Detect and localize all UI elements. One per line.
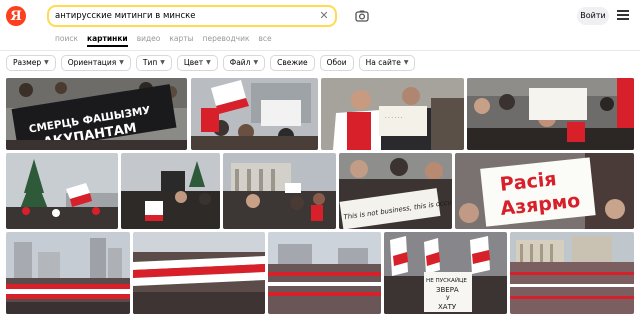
sign-text-line1: НЕ ПУСКАЙЦЕ <box>426 277 467 284</box>
filter-orientation-label: Ориентация <box>67 58 117 67</box>
tab-all[interactable]: все <box>259 34 272 47</box>
chevron-down-icon: ▼ <box>44 59 49 66</box>
sign-text-line2: ЗВЕРА <box>436 286 459 294</box>
svg-text:. . . . . .: . . . . . . <box>385 114 403 120</box>
filter-fresh[interactable]: Свежие <box>270 55 315 71</box>
image-result[interactable] <box>191 78 318 150</box>
image-result[interactable]: This is not business, this is occupation <box>339 153 452 229</box>
image-result[interactable] <box>510 232 634 314</box>
tab-search[interactable]: поиск <box>55 34 78 47</box>
tab-translator[interactable]: переводчик <box>203 34 250 47</box>
image-result[interactable] <box>268 232 381 314</box>
filter-type-label: Тип <box>142 58 158 67</box>
header-divider <box>0 50 640 51</box>
clear-search-icon[interactable]: ✕ <box>318 9 330 23</box>
chevron-down-icon: ▼ <box>403 59 409 66</box>
login-button[interactable]: Войти <box>577 7 609 25</box>
filter-file-label: Файл <box>229 58 251 67</box>
filter-on-site[interactable]: На сайте ▼ <box>358 55 416 71</box>
image-result[interactable] <box>6 232 130 314</box>
filter-size-label: Размер <box>13 58 42 67</box>
menu-icon[interactable] <box>617 10 629 20</box>
camera-search-icon[interactable] <box>354 8 370 24</box>
image-result[interactable] <box>121 153 220 229</box>
image-result[interactable] <box>6 153 118 229</box>
image-result[interactable]: СМЕРЦЬ ФАШЫЗМУ АКУПАНТАМ <box>6 78 187 150</box>
filter-bar: Размер ▼ Ориентация ▼ Тип ▼ Цвет ▼ Файл ▼ Све… <box>6 55 416 71</box>
filter-color[interactable]: Цвет ▼ <box>176 55 218 71</box>
search-box[interactable]: ✕ <box>47 5 337 27</box>
chevron-down-icon: ▼ <box>253 59 259 66</box>
chevron-down-icon: ▼ <box>160 59 165 66</box>
image-result[interactable] <box>467 78 634 150</box>
filter-on-site-label: На сайте <box>365 58 401 67</box>
filter-file[interactable]: Файл ▼ <box>222 55 266 71</box>
image-result[interactable] <box>133 232 265 314</box>
search-input[interactable] <box>55 8 305 24</box>
image-result[interactable] <box>223 153 336 229</box>
filter-type[interactable]: Тип ▼ <box>135 55 172 71</box>
filter-size[interactable]: Размер ▼ <box>6 55 56 71</box>
filter-color-label: Цвет <box>183 58 204 67</box>
yandex-logo[interactable]: Я <box>6 6 26 26</box>
tab-images[interactable]: картинки <box>87 34 128 47</box>
image-result[interactable]: НЕ ПУСКАЙЦЕ ЗВЕРА У ХАТУ <box>384 232 507 314</box>
filter-orientation[interactable]: Ориентация ▼ <box>60 55 131 71</box>
image-result[interactable]: . . . . . . <box>321 78 464 150</box>
image-result[interactable]: Расія Азярмо <box>455 153 634 229</box>
tab-maps[interactable]: карты <box>169 34 193 47</box>
filter-wallpapers[interactable]: Обои <box>319 55 354 71</box>
chevron-down-icon: ▼ <box>119 59 124 66</box>
filter-wallpapers-label: Обои <box>326 58 347 67</box>
chevron-down-icon: ▼ <box>206 59 211 66</box>
header: Я ✕ Войти поиск картинки видео карты пер… <box>0 0 640 50</box>
sign-text-line4: ХАТУ <box>438 303 457 311</box>
filter-fresh-label: Свежие <box>277 58 308 67</box>
search-tabs: поиск картинки видео карты переводчик вс… <box>55 34 272 47</box>
sign-text-line3: У <box>446 295 450 302</box>
tab-video[interactable]: видео <box>137 34 161 47</box>
